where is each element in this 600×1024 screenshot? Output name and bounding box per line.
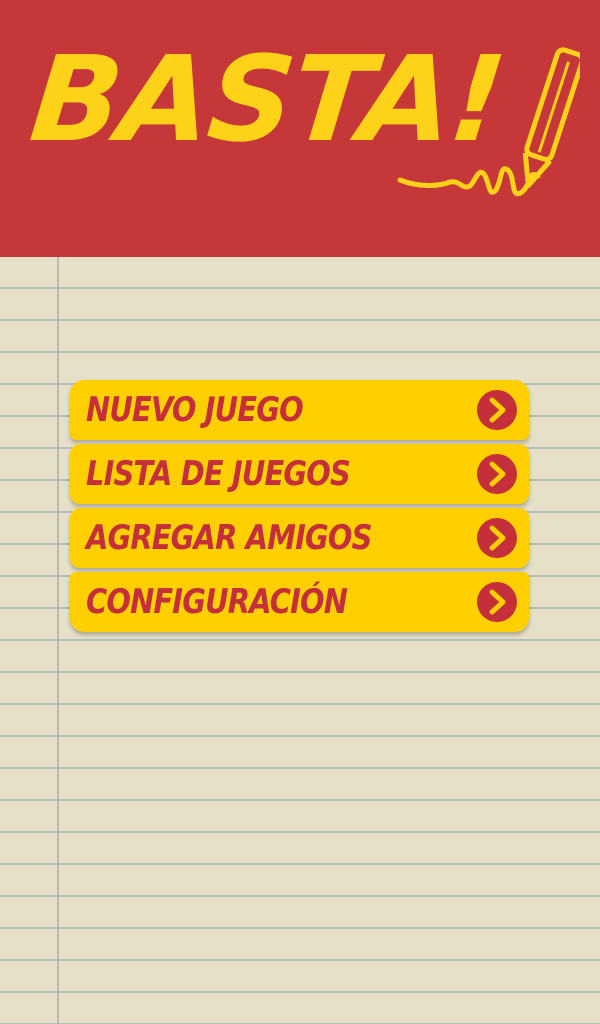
menu-item-label: CONFIGURACIÓN (86, 582, 348, 622)
app-header: BASTA! (0, 0, 600, 257)
notebook-paper-background (0, 257, 600, 1024)
new-game-button[interactable]: NUEVO JUEGO (70, 380, 529, 440)
chevron-right-icon (477, 390, 517, 430)
menu-item-label: LISTA DE JUEGOS (86, 454, 351, 494)
main-menu: NUEVO JUEGO LISTA DE JUEGOS AGREGAR AMIG… (70, 380, 529, 632)
pencil-icon (397, 47, 580, 197)
settings-button[interactable]: CONFIGURACIÓN (70, 572, 529, 632)
menu-item-label: NUEVO JUEGO (86, 390, 304, 430)
chevron-right-icon (477, 454, 517, 494)
chevron-right-icon (477, 582, 517, 622)
chevron-right-icon (477, 518, 517, 558)
games-list-button[interactable]: LISTA DE JUEGOS (70, 444, 529, 504)
menu-item-label: AGREGAR AMIGOS (86, 518, 372, 558)
add-friends-button[interactable]: AGREGAR AMIGOS (70, 508, 529, 568)
